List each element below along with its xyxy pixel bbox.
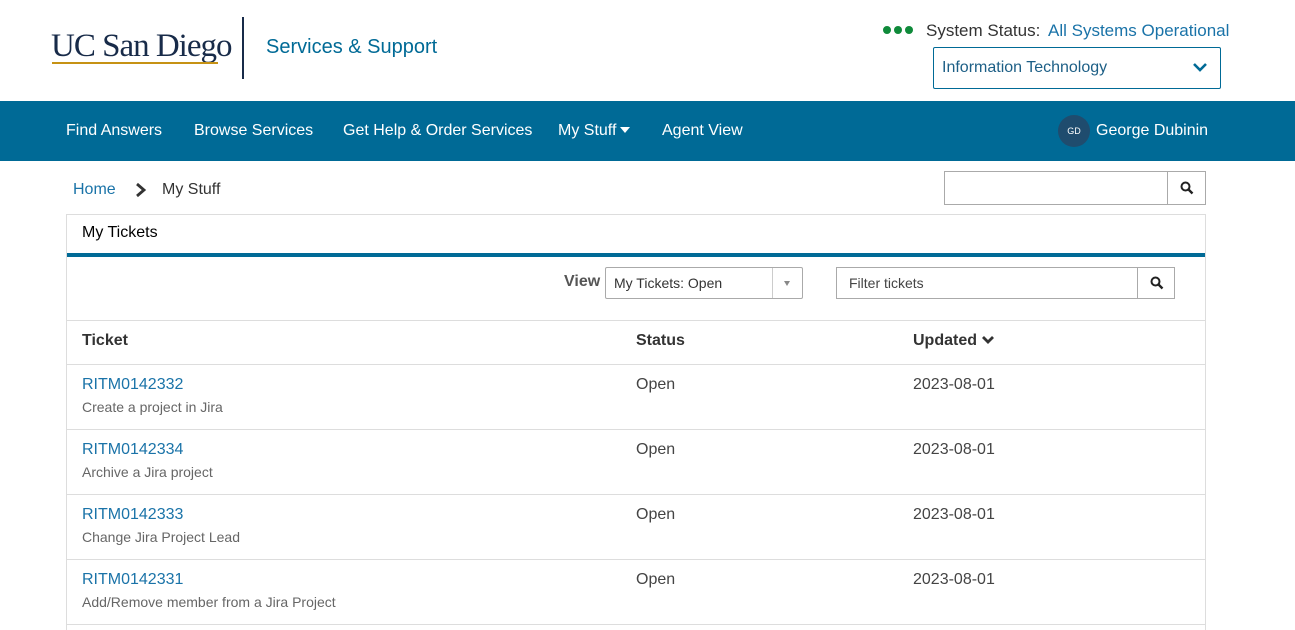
table-row: RITM0142331 Add/Remove member from a Jir… [67,560,1205,625]
chevron-right-icon [136,182,147,198]
filter-tickets-input[interactable] [836,267,1138,299]
table-top-rule [67,320,1205,321]
ucsd-logo[interactable]: UC San Diego [51,28,232,65]
ticket-updated: 2023-08-01 [913,441,995,458]
breadcrumb-current: My Stuff [162,181,221,198]
ticket-status: Open [636,506,676,523]
chevron-down-icon [1193,63,1207,72]
department-select[interactable]: Information Technology [933,47,1221,89]
select-divider [772,268,773,298]
nav-find-answers[interactable]: Find Answers [66,122,162,140]
status-dot [894,26,902,34]
search-icon [1150,276,1164,290]
search-icon [1180,181,1194,195]
caret-down-icon [784,281,790,286]
status-indicator-icon [883,26,913,34]
ticket-number-link[interactable]: RITM0142332 [82,376,183,394]
column-header-ticket[interactable]: Ticket [82,332,128,350]
panel-title: My Tickets [82,224,158,241]
avatar[interactable]: GD [1058,115,1090,147]
my-tickets-panel: My Tickets View My Tickets: Open Ticket … [66,214,1206,630]
ticket-updated: 2023-08-01 [913,506,995,523]
ticket-status: Open [636,571,676,588]
main-nav: Find Answers Browse Services Get Help & … [0,101,1295,161]
ticket-updated: 2023-08-01 [913,571,995,588]
sort-descending-icon [982,336,994,344]
breadcrumb-home[interactable]: Home [73,181,116,199]
department-select-value: Information Technology [942,59,1108,76]
ticket-status: Open [636,441,676,458]
column-header-updated-label: Updated [913,332,977,349]
ticket-number-link[interactable]: RITM0142334 [82,441,183,459]
table-row: RITM0142332 Create a project in Jira Ope… [67,365,1205,430]
ticket-description: Add/Remove member from a Jira Project [82,594,336,610]
site-header: UC San Diego Services & Support System S… [0,0,1295,101]
caret-down-icon [620,127,631,133]
site-title[interactable]: Services & Support [266,36,437,59]
system-status-label: System Status: [926,21,1041,40]
ticket-description: Change Jira Project Lead [82,529,240,545]
ticket-status: Open [636,376,676,393]
global-search-button[interactable] [1167,171,1206,205]
column-header-status[interactable]: Status [636,332,685,350]
nav-my-stuff-label: My Stuff [558,122,617,139]
global-search-input[interactable] [944,171,1168,205]
system-status-link[interactable]: All Systems Operational [1048,21,1229,41]
user-menu[interactable]: George Dubinin [1096,122,1208,140]
status-dot [905,26,913,34]
ticket-number-link[interactable]: RITM0142331 [82,571,183,589]
view-select[interactable]: My Tickets: Open [605,267,803,299]
nav-get-help[interactable]: Get Help & Order Services [343,122,532,140]
filter-search-button[interactable] [1137,267,1175,299]
view-select-value: My Tickets: Open [614,275,723,291]
logo-divider [242,17,244,79]
table-row: RITM0142333 Change Jira Project Lead Ope… [67,495,1205,560]
ticket-description: Create a project in Jira [82,399,223,415]
logo-underline [52,62,218,64]
column-header-updated[interactable]: Updated [913,332,995,350]
nav-browse-services[interactable]: Browse Services [194,122,313,140]
ticket-description: Archive a Jira project [82,464,213,480]
view-label: View [564,273,601,290]
nav-my-stuff[interactable]: My Stuff [558,122,631,140]
table-row: RITM0142334 Archive a Jira project Open … [67,430,1205,495]
panel-title-rule [67,253,1205,257]
ticket-updated: 2023-08-01 [913,376,995,393]
nav-agent-view[interactable]: Agent View [662,122,743,140]
status-dot [883,26,891,34]
ticket-number-link[interactable]: RITM0142333 [82,506,183,524]
